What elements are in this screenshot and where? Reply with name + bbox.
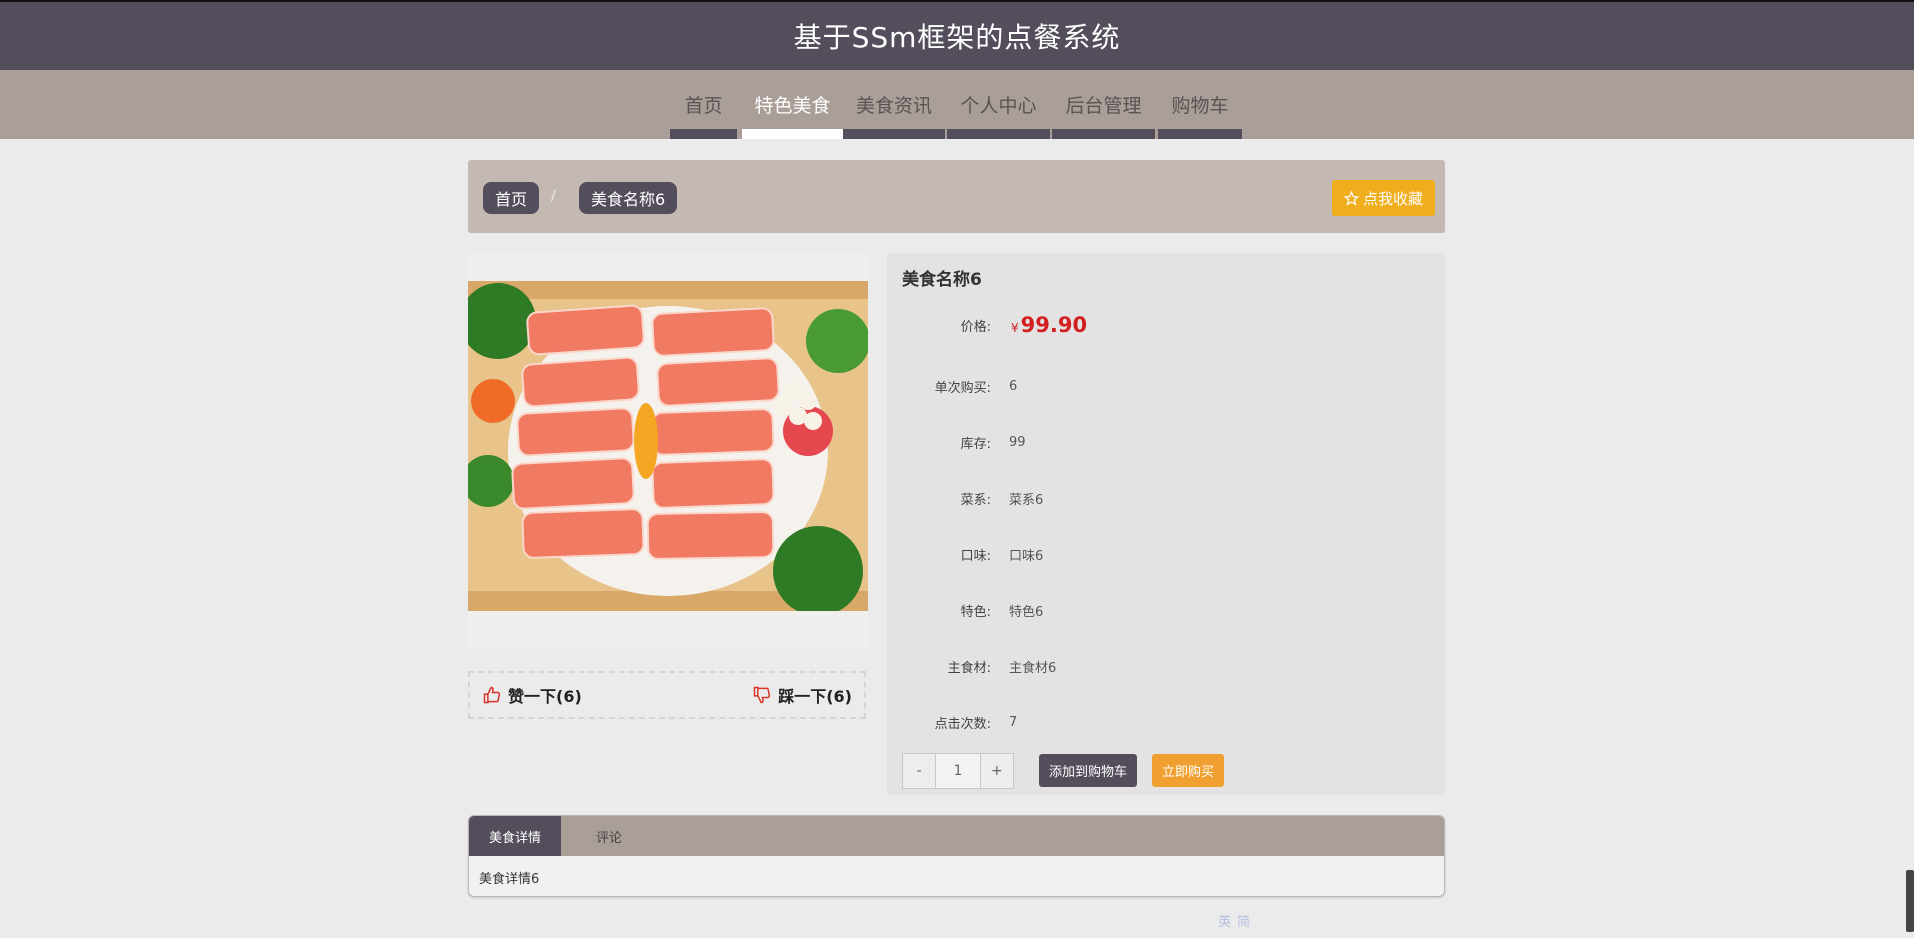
nav-item-underline xyxy=(843,129,945,139)
like-label: 赞一下(6) xyxy=(508,687,582,706)
field-label: 菜系: xyxy=(960,493,991,508)
field-value: 特色6 xyxy=(1009,605,1044,620)
quantity-increment-button[interactable]: + xyxy=(981,754,1013,788)
site-header: 基于SSm框架的点餐系统 xyxy=(0,2,1914,70)
detail-tabs: 美食详情 评论 美食详情6 xyxy=(468,815,1445,897)
field-row-click-count: 点击次数: 7 xyxy=(887,713,1445,732)
nav-item-underline xyxy=(947,129,1050,139)
nav-item-underline xyxy=(670,129,737,139)
field-value: 口味6 xyxy=(1009,549,1044,564)
field-value: 6 xyxy=(1009,379,1018,394)
price-value: ¥99.90 xyxy=(1011,313,1087,337)
field-label: 单次购买: xyxy=(934,381,991,396)
nav-item-label: 购物车 xyxy=(1171,95,1229,117)
nav-item-food-news[interactable]: 美食资讯 xyxy=(843,70,945,139)
product-info-panel: 美食名称6 价格: ¥99.90 单次购买: 6 库存: 99 菜系: 菜系6 … xyxy=(887,253,1445,795)
buy-now-button[interactable]: 立即购买 xyxy=(1152,754,1225,787)
nav-item-underline xyxy=(742,129,843,139)
scrollbar-handle[interactable] xyxy=(1906,870,1914,932)
like-button[interactable]: 赞一下(6) xyxy=(482,683,582,707)
thumbs-up-icon xyxy=(483,686,501,704)
field-label: 特色: xyxy=(960,605,991,620)
product-image xyxy=(468,281,868,611)
tab-food-details[interactable]: 美食详情 xyxy=(469,816,561,856)
field-row-flavor: 口味: 口味6 xyxy=(887,545,1445,564)
nav-item-personal-center[interactable]: 个人中心 xyxy=(947,70,1050,139)
product-name: 美食名称6 xyxy=(902,270,982,290)
price-label: 价格: xyxy=(960,319,991,335)
field-label: 点击次数: xyxy=(934,717,991,732)
nav-item-label: 个人中心 xyxy=(960,95,1037,117)
system-tray: 英 简 xyxy=(1218,911,1250,930)
simplified-chinese-icon[interactable]: 简 xyxy=(1237,911,1250,930)
field-value: 主食材6 xyxy=(1009,661,1057,676)
field-value: 7 xyxy=(1009,715,1018,730)
breadcrumb-separator: / xyxy=(551,188,556,204)
field-row-cuisine: 菜系: 菜系6 xyxy=(887,489,1445,508)
nav-item-label: 首页 xyxy=(684,95,723,117)
breadcrumb-current[interactable]: 美食名称6 xyxy=(579,182,678,214)
field-label: 库存: xyxy=(960,437,991,452)
vote-box: 赞一下(6) 踩一下(6) xyxy=(468,671,866,719)
nav-item-cart[interactable]: 购物车 xyxy=(1158,70,1242,139)
quantity-decrement-button[interactable]: - xyxy=(903,754,935,788)
nav-item-underline xyxy=(1158,129,1242,139)
nav-item-label: 后台管理 xyxy=(1065,95,1142,117)
star-icon xyxy=(1343,190,1359,206)
nav-item-home[interactable]: 首页 xyxy=(670,70,737,139)
product-image-container xyxy=(468,253,868,649)
favorite-label: 点我收藏 xyxy=(1362,189,1423,208)
favorite-button[interactable]: 点我收藏 xyxy=(1331,180,1435,216)
input-method-icon[interactable]: 英 xyxy=(1218,911,1231,930)
main-nav: 首页 特色美食 美食资讯 个人中心 后台管理 购物车 xyxy=(0,70,1914,139)
field-value: 99 xyxy=(1009,435,1026,450)
nav-item-admin[interactable]: 后台管理 xyxy=(1052,70,1155,139)
field-label: 口味: xyxy=(960,549,991,564)
field-row-feature: 特色: 特色6 xyxy=(887,601,1445,620)
quantity-input[interactable]: 1 xyxy=(935,754,981,788)
field-value: 菜系6 xyxy=(1009,493,1044,508)
dislike-button[interactable]: 踩一下(6) xyxy=(752,683,852,707)
tab-comments[interactable]: 评论 xyxy=(561,816,657,856)
quantity-stepper: - 1 + xyxy=(902,753,1014,789)
field-row-main-ingredient: 主食材: 主食材6 xyxy=(887,657,1445,676)
field-row-purchase-limit: 单次购买: 6 xyxy=(887,377,1445,396)
add-to-cart-button[interactable]: 添加到购物车 xyxy=(1039,754,1138,787)
currency-symbol: ¥ xyxy=(1011,321,1019,335)
field-label: 主食材: xyxy=(947,661,991,676)
price-amount: 99.90 xyxy=(1020,313,1088,337)
nav-item-featured-food[interactable]: 特色美食 xyxy=(742,70,843,139)
breadcrumb: 首页 / 美食名称6 点我收藏 xyxy=(468,160,1445,233)
nav-item-underline xyxy=(1052,129,1155,139)
field-row-stock: 库存: 99 xyxy=(887,433,1445,452)
site-title: 基于SSm框架的点餐系统 xyxy=(793,21,1121,54)
dislike-label: 踩一下(6) xyxy=(778,687,852,706)
tab-bar: 美食详情 评论 xyxy=(469,816,1444,856)
nav-item-label: 美食资讯 xyxy=(855,95,932,117)
nav-item-label: 特色美食 xyxy=(754,95,831,117)
breadcrumb-home[interactable]: 首页 xyxy=(483,182,540,214)
price-row: 价格: ¥99.90 xyxy=(887,313,1445,337)
tab-content: 美食详情6 xyxy=(479,872,540,887)
thumbs-down-icon xyxy=(753,686,771,704)
